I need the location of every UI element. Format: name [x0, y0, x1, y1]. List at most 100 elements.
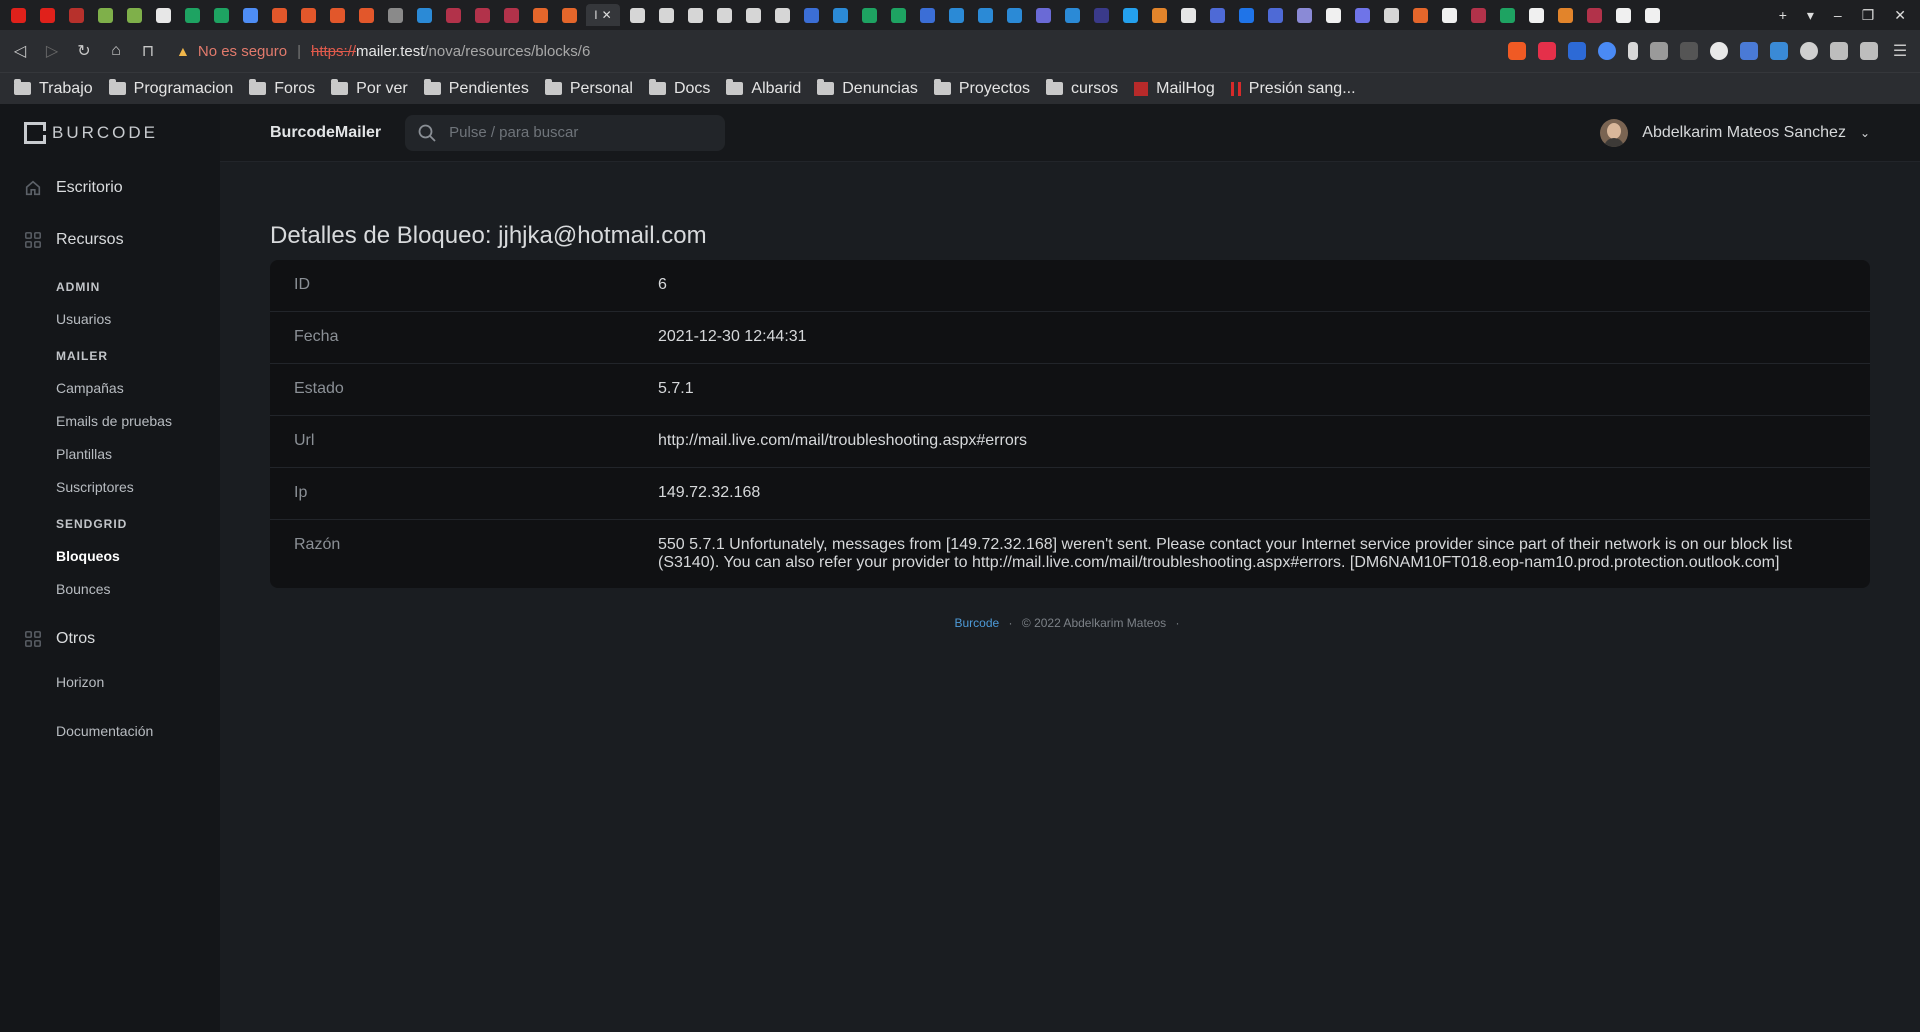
bookmark-icon[interactable]: ⊓: [138, 41, 158, 61]
security-label[interactable]: No es seguro: [198, 43, 287, 60]
close-tab-icon[interactable]: ✕: [602, 8, 612, 23]
dark-mode-icon[interactable]: [1710, 42, 1728, 60]
bookmark-presi-n-sang[interactable]: Presión sang...: [1230, 80, 1356, 98]
brave-shield-icon[interactable]: [1508, 42, 1526, 60]
browser-tab[interactable]: [1524, 4, 1548, 26]
browser-tab[interactable]: [1118, 4, 1142, 26]
camera-icon[interactable]: [1650, 42, 1668, 60]
brand-logo[interactable]: BURCODE: [0, 104, 220, 162]
browser-tab[interactable]: [1147, 4, 1171, 26]
puzzle-icon[interactable]: [1830, 42, 1848, 60]
extension-y-icon[interactable]: [1680, 42, 1698, 60]
browser-tab[interactable]: [886, 4, 910, 26]
browser-tab[interactable]: [209, 4, 233, 26]
browser-tab[interactable]: [1176, 4, 1200, 26]
bitwarden-icon[interactable]: [1568, 42, 1586, 60]
browser-tab[interactable]: [1031, 4, 1055, 26]
sidebar-item-horizon[interactable]: Horizon: [0, 665, 220, 698]
browser-tab[interactable]: [1437, 4, 1461, 26]
browser-tab[interactable]: [151, 4, 175, 26]
sidebar-item-usuarios[interactable]: Usuarios: [0, 302, 220, 335]
browser-tab[interactable]: [35, 4, 59, 26]
browser-tab[interactable]: [1263, 4, 1287, 26]
bookmark-personal[interactable]: Personal: [544, 79, 633, 98]
bookmark-mailhog[interactable]: MailHog: [1134, 80, 1215, 98]
browser-tab[interactable]: [654, 4, 678, 26]
browser-tab[interactable]: [915, 4, 939, 26]
footer-link[interactable]: Burcode: [955, 616, 1000, 630]
browser-tab[interactable]: [944, 4, 968, 26]
forward-icon[interactable]: ▷: [42, 41, 62, 61]
bookmark-proyectos[interactable]: Proyectos: [933, 79, 1030, 98]
address-bar[interactable]: ▲ No es seguro | https:// mailer.test /n…: [176, 36, 1456, 66]
browser-tab[interactable]: [528, 4, 552, 26]
app-name[interactable]: BurcodeMailer: [270, 124, 381, 142]
browser-tab[interactable]: [625, 4, 649, 26]
sidebar-item-documentacion[interactable]: Documentación: [0, 714, 220, 747]
browser-tab[interactable]: [296, 4, 320, 26]
bookmark-programacion[interactable]: Programacion: [108, 79, 233, 98]
browser-tab[interactable]: [1582, 4, 1606, 26]
browser-tab[interactable]: [973, 4, 997, 26]
browser-tab[interactable]: [1205, 4, 1229, 26]
browser-tab[interactable]: [1292, 4, 1316, 26]
browser-tab[interactable]: [712, 4, 736, 26]
bookmark-docs[interactable]: Docs: [648, 79, 710, 98]
home-icon[interactable]: ⌂: [106, 42, 126, 60]
browser-tab[interactable]: [180, 4, 204, 26]
sidebar-item-emails-de-pruebas[interactable]: Emails de pruebas: [0, 404, 220, 437]
browser-tab[interactable]: [799, 4, 823, 26]
browser-tab[interactable]: [383, 4, 407, 26]
browser-tab[interactable]: [122, 4, 146, 26]
browser-tab[interactable]: [1611, 4, 1635, 26]
wallet-icon[interactable]: [1860, 42, 1878, 60]
browser-tab[interactable]: [354, 4, 378, 26]
bookmark-por-ver[interactable]: Por ver: [331, 79, 408, 98]
browser-tab[interactable]: [1350, 4, 1374, 26]
browser-tab[interactable]: [1060, 4, 1084, 26]
bookmark-cursos[interactable]: cursos: [1045, 79, 1118, 98]
browser-tab[interactable]: [93, 4, 117, 26]
browser-tab[interactable]: [267, 4, 291, 26]
bookmark-foros[interactable]: Foros: [249, 79, 315, 98]
sidebar-item-bounces[interactable]: Bounces: [0, 572, 220, 605]
browser-tab[interactable]: [6, 4, 30, 26]
user-menu[interactable]: Abdelkarim Mateos Sanchez ⌄: [1600, 118, 1920, 147]
browser-tab[interactable]: [1379, 4, 1403, 26]
browser-tab[interactable]: [557, 4, 581, 26]
browser-tab[interactable]: [1495, 4, 1519, 26]
bookmark-denuncias[interactable]: Denuncias: [817, 79, 918, 98]
search-input[interactable]: [447, 123, 708, 142]
sidebar-item-escritorio[interactable]: Escritorio: [0, 162, 220, 214]
browser-tab[interactable]: [238, 4, 262, 26]
reload-icon[interactable]: ↻: [74, 41, 94, 61]
tab-search-icon[interactable]: ▾: [1807, 7, 1814, 24]
brave-rewards-icon[interactable]: [1538, 42, 1556, 60]
bookmark-trabajo[interactable]: Trabajo: [14, 79, 93, 98]
browser-tab[interactable]: [1408, 4, 1432, 26]
browser-tab[interactable]: [1089, 4, 1113, 26]
sidebar-item-suscriptores[interactable]: Suscriptores: [0, 470, 220, 503]
browser-tab[interactable]: [470, 4, 494, 26]
sidebar-item-campanas[interactable]: Campañas: [0, 371, 220, 404]
sidebar-item-otros[interactable]: Otros: [0, 613, 220, 665]
browser-tab[interactable]: [770, 4, 794, 26]
bookmark-albarid[interactable]: Albarid: [726, 79, 801, 98]
close-window-icon[interactable]: ✕: [1894, 7, 1906, 24]
browser-tab[interactable]: [1002, 4, 1026, 26]
extension-circle-icon[interactable]: [1800, 42, 1818, 60]
extension-p-icon[interactable]: [1770, 42, 1788, 60]
browser-tab[interactable]: [1234, 4, 1258, 26]
browser-tab[interactable]: [499, 4, 523, 26]
browser-tab[interactable]: [828, 4, 852, 26]
back-icon[interactable]: ◁: [10, 41, 30, 61]
browser-tab[interactable]: [64, 4, 88, 26]
browser-tab[interactable]: [857, 4, 881, 26]
browser-tab[interactable]: [441, 4, 465, 26]
phone-icon[interactable]: [1628, 42, 1638, 60]
browser-tab[interactable]: [1321, 4, 1345, 26]
sidebar-item-recursos[interactable]: Recursos: [0, 214, 220, 266]
extension-lines-icon[interactable]: [1740, 42, 1758, 60]
restore-icon[interactable]: ❐: [1862, 7, 1875, 24]
translate-icon[interactable]: [1598, 42, 1616, 60]
